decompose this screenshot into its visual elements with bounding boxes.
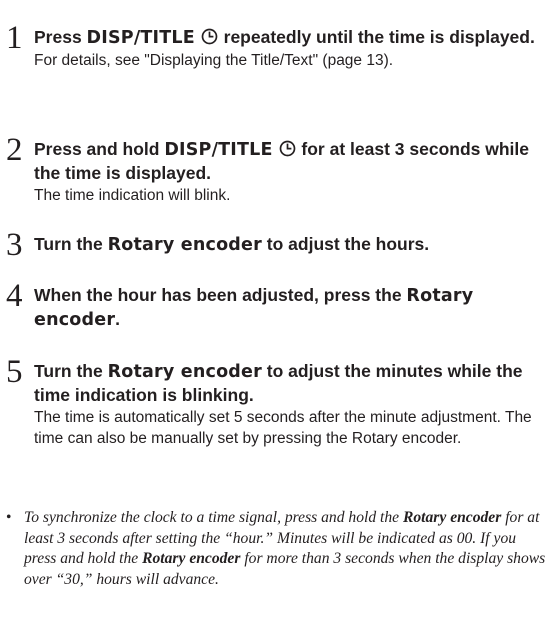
step-heading: Press DISP/TITLE repeatedly until the ti… bbox=[34, 27, 535, 48]
step-heading: Turn the Rotary encoder to adjust the mi… bbox=[34, 361, 523, 405]
step-number: 2 bbox=[6, 132, 23, 168]
step-number: 1 bbox=[6, 20, 23, 56]
rotary-encoder-label: Rotary encoder bbox=[402, 509, 502, 526]
rotary-encoder-label: Rotary encoder bbox=[107, 235, 262, 255]
step-description: The time is automatically set 5 seconds … bbox=[34, 409, 532, 447]
step-heading: Press and hold DISP/TITLE for at least 3… bbox=[34, 139, 529, 183]
note-text: To synchronize the clock to a time signa… bbox=[24, 509, 546, 588]
step-heading: When the hour has been adjusted, press t… bbox=[34, 285, 474, 330]
clock-icon bbox=[279, 140, 295, 157]
rotary-encoder-label: Rotary encoder bbox=[142, 550, 241, 568]
step-number: 5 bbox=[6, 354, 23, 390]
rotary-encoder-label: Rotary encoder bbox=[107, 362, 262, 382]
clock-icon bbox=[201, 28, 218, 45]
step-description: The time indication will blink. bbox=[34, 187, 231, 204]
step-number: 4 bbox=[6, 278, 23, 314]
step-heading: Turn the Rotary encoder to adjust the ho… bbox=[34, 234, 430, 255]
step-description: For details, see "Displaying the Title/T… bbox=[34, 52, 394, 69]
disp-title-button-label: DISP/TITLE bbox=[164, 140, 273, 160]
bullet: • bbox=[6, 509, 12, 526]
step-number: 3 bbox=[6, 227, 23, 263]
disp-title-button-label: DISP/TITLE bbox=[86, 28, 195, 48]
